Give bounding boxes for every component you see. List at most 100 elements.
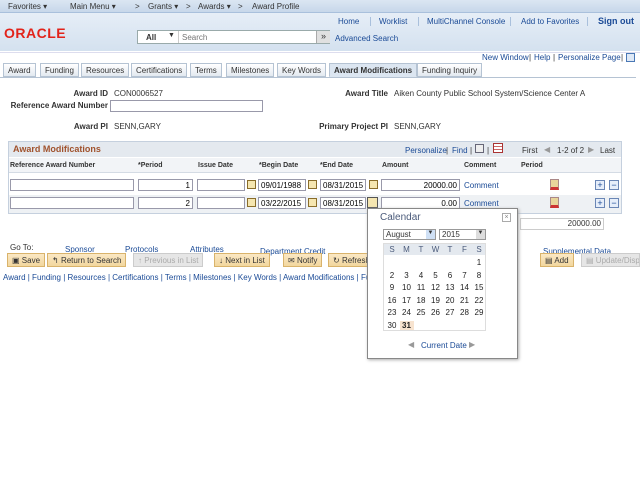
help-link[interactable]: Help — [534, 53, 550, 62]
tab-terms[interactable]: Terms — [190, 63, 222, 77]
favorites-menu[interactable]: Favorites ▾ — [8, 2, 47, 11]
tab-funding[interactable]: Funding — [40, 63, 79, 77]
close-icon[interactable]: × — [502, 213, 511, 222]
new-window-link[interactable]: New Window — [482, 53, 529, 62]
refresh-button[interactable]: ↻ Refresh — [328, 253, 368, 267]
period-detail-icon[interactable] — [550, 179, 559, 190]
personalize-link[interactable]: Personalize — [405, 146, 447, 155]
calendar-day[interactable]: 21 — [458, 296, 472, 305]
calendar-day[interactable]: 16 — [385, 296, 399, 305]
calendar-icon[interactable] — [247, 198, 256, 207]
calendar-icon[interactable] — [308, 198, 317, 207]
calendar-day[interactable]: 12 — [429, 283, 443, 292]
calendar-day[interactable]: 27 — [443, 308, 457, 317]
end-date-input[interactable] — [320, 179, 366, 191]
save-button[interactable]: ▣ Save — [7, 253, 46, 267]
ref-award-input[interactable] — [10, 197, 134, 209]
issue-date-input[interactable] — [197, 197, 245, 209]
calendar-day[interactable]: 28 — [458, 308, 472, 317]
calendar-day[interactable]: 9 — [385, 283, 399, 292]
calendar-day[interactable]: 5 — [429, 271, 443, 280]
end-date-input[interactable] — [320, 197, 366, 209]
begin-date-input[interactable] — [258, 179, 306, 191]
calendar-day[interactable]: 1 — [472, 258, 486, 267]
calendar-day[interactable]: 10 — [400, 283, 414, 292]
calendar-day[interactable]: 13 — [443, 283, 457, 292]
breadcrumb-awards[interactable]: Awards ▾ — [198, 2, 231, 11]
footer-page-links[interactable]: Award | Funding | Resources | Certificat… — [3, 273, 367, 282]
calendar-day[interactable]: 17 — [400, 296, 414, 305]
tab-key-words[interactable]: Key Words — [277, 63, 326, 77]
calendar-day[interactable]: 14 — [458, 283, 472, 292]
download-spreadsheet-icon[interactable] — [493, 143, 503, 153]
tab-funding-inquiry[interactable]: Funding Inquiry — [417, 63, 483, 77]
calendar-icon[interactable] — [367, 197, 378, 208]
calendar-day[interactable]: 31 — [399, 320, 414, 330]
tab-certifications[interactable]: Certifications — [131, 63, 188, 77]
worklist-link[interactable]: Worklist — [379, 17, 407, 26]
calendar-day[interactable]: 7 — [458, 271, 472, 280]
year-select[interactable]: 2015 ▼ — [439, 229, 486, 240]
comment-link[interactable]: Comment — [464, 181, 499, 190]
add-button[interactable]: ▤ Add — [540, 253, 574, 267]
period-detail-icon[interactable] — [550, 197, 559, 208]
ref-award-input[interactable] — [10, 179, 134, 191]
multichannel-console-link[interactable]: MultiChannel Console — [427, 17, 505, 26]
add-row-icon[interactable]: + — [595, 180, 605, 190]
breadcrumb-grants[interactable]: Grants ▾ — [148, 2, 178, 11]
previous-in-list-button[interactable]: ↑ Previous in List — [133, 253, 204, 267]
delete-row-icon[interactable]: − — [609, 198, 619, 208]
home-link[interactable]: Home — [338, 17, 359, 26]
add-to-favorites-link[interactable]: Add to Favorites — [521, 17, 579, 26]
grid-layout-icon[interactable] — [626, 53, 635, 62]
issue-date-input[interactable] — [197, 179, 245, 191]
search-go-icon[interactable]: » — [316, 31, 330, 43]
reference-award-number-input[interactable] — [110, 100, 263, 112]
calendar-day[interactable]: 8 — [472, 271, 486, 280]
previous-arrow-icon[interactable]: ◀ — [544, 145, 550, 154]
chevron-down-icon[interactable]: ▼ — [168, 32, 175, 39]
calendar-day[interactable]: 19 — [429, 296, 443, 305]
month-select[interactable]: August ▼ — [383, 229, 436, 240]
next-in-list-button[interactable]: ↓ Next in List — [214, 253, 270, 267]
next-date-icon[interactable]: ▶ — [469, 340, 475, 349]
advanced-search-link[interactable]: Advanced Search — [335, 34, 398, 43]
delete-row-icon[interactable]: − — [609, 180, 619, 190]
calendar-day[interactable]: 23 — [385, 308, 399, 317]
calendar-day[interactable]: 2 — [385, 271, 399, 280]
calendar-day[interactable]: 11 — [414, 283, 428, 292]
begin-date-input[interactable] — [258, 197, 306, 209]
calendar-day[interactable]: 30 — [385, 321, 399, 330]
calendar-day[interactable]: 20 — [443, 296, 457, 305]
calendar-day[interactable]: 6 — [443, 271, 457, 280]
calendar-icon[interactable] — [369, 180, 378, 189]
period-input[interactable] — [138, 197, 193, 209]
calendar-day[interactable]: 3 — [400, 271, 414, 280]
calendar-day[interactable]: 25 — [414, 308, 428, 317]
last-link[interactable]: Last — [600, 146, 615, 155]
calendar-day[interactable]: 18 — [414, 296, 428, 305]
previous-date-icon[interactable]: ◀ — [408, 340, 414, 349]
find-link[interactable]: Find — [452, 146, 468, 155]
personalize-page-link[interactable]: Personalize Page — [558, 53, 621, 62]
tab-resources[interactable]: Resources — [81, 63, 130, 77]
calendar-day[interactable]: 4 — [414, 271, 428, 280]
calendar-day[interactable]: 22 — [472, 296, 486, 305]
update-display-button[interactable]: ▤ Update/Display — [581, 253, 640, 267]
next-arrow-icon[interactable]: ▶ — [588, 145, 594, 154]
main-menu[interactable]: Main Menu ▾ — [70, 2, 116, 11]
calendar-day[interactable]: 15 — [472, 283, 486, 292]
breadcrumb-award-profile[interactable]: Award Profile — [252, 2, 299, 11]
sign-out-link[interactable]: Sign out — [598, 16, 634, 26]
notify-button[interactable]: ✉ Notify — [283, 253, 323, 267]
calendar-day[interactable]: 29 — [472, 308, 486, 317]
comment-link[interactable]: Comment — [464, 199, 499, 208]
current-date-link[interactable]: Current Date — [421, 341, 467, 350]
amount-input[interactable] — [381, 179, 460, 191]
tab-award-modifications[interactable]: Award Modifications — [329, 63, 418, 77]
add-row-icon[interactable]: + — [595, 198, 605, 208]
calendar-icon[interactable] — [308, 180, 317, 189]
view-all-icon[interactable] — [475, 144, 484, 153]
calendar-day[interactable]: 26 — [429, 308, 443, 317]
return-to-search-button[interactable]: ↰ Return to Search — [47, 253, 127, 267]
